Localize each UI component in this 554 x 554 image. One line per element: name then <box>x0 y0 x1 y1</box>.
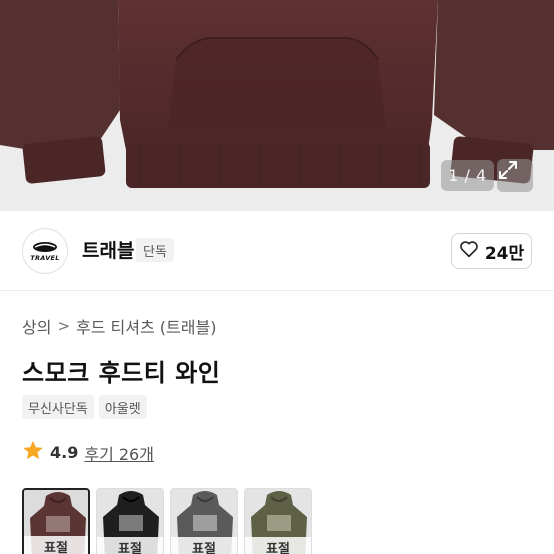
image-counter: 1 / 4 <box>441 160 494 191</box>
expand-button[interactable] <box>497 159 533 192</box>
product-title: 스모크 후드티 와인 <box>22 359 221 387</box>
variant-label: 표절 <box>97 537 163 554</box>
tag-outlet: 아울렛 <box>98 395 147 419</box>
brand-exclusive-badge: 단독 <box>136 238 174 262</box>
variant-label: 표절 <box>245 537 311 554</box>
brand-row: TRAVEL 트래블 단독 24만 <box>0 211 554 291</box>
variant-black[interactable]: 표절 <box>96 488 164 554</box>
like-button[interactable]: 24만 <box>451 233 532 269</box>
variant-wine[interactable]: 표절 <box>22 488 90 554</box>
color-variants: 표절 표절 표절 표절 <box>22 488 312 554</box>
product-tags: 무신사단독 아울렛 <box>22 395 147 419</box>
travel-logo-icon <box>33 241 57 252</box>
breadcrumb-item-hoodie[interactable]: 후드 티셔츠 (트래블) <box>76 314 216 338</box>
brand-name[interactable]: 트래블 <box>82 236 134 263</box>
rating: 4.9 후기 26개 <box>22 440 154 465</box>
chevron-right-icon: > <box>57 317 71 335</box>
brand-logo-wordmark: TRAVEL <box>30 253 60 262</box>
like-count: 24만 <box>484 243 525 264</box>
variant-charcoal[interactable]: 표절 <box>170 488 238 554</box>
brand-logo[interactable]: TRAVEL <box>22 228 68 274</box>
product-image[interactable]: 1 / 4 <box>0 0 554 211</box>
star-icon <box>22 440 44 465</box>
breadcrumb: 상의 > 후드 티셔츠 (트래블) <box>22 314 216 338</box>
variant-khaki[interactable]: 표절 <box>244 488 312 554</box>
variant-label: 표절 <box>171 537 237 554</box>
tag-musinsa-exclusive: 무신사단독 <box>22 395 94 419</box>
breadcrumb-item-top[interactable]: 상의 <box>22 314 51 338</box>
rating-value: 4.9 <box>50 443 79 462</box>
variant-label: 표절 <box>24 536 88 554</box>
review-count-link[interactable]: 후기 26개 <box>84 441 154 465</box>
heart-outline-icon <box>459 240 479 262</box>
